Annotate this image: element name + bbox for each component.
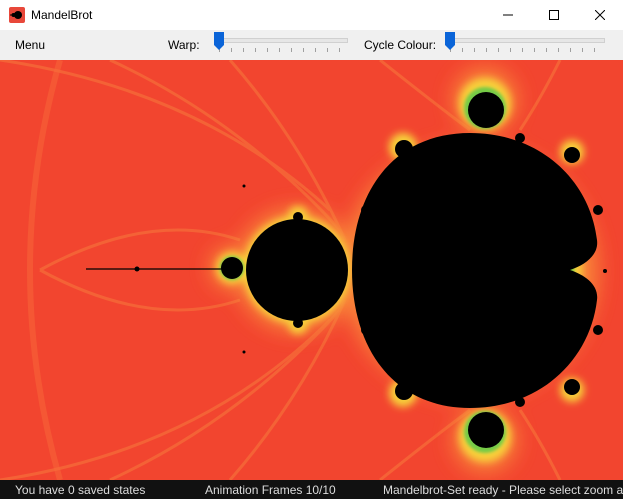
cycle-colour-label: Cycle Colour: — [364, 38, 437, 52]
warp-slider-thumb[interactable] — [214, 32, 224, 50]
cycle-colour-slider-ticks — [450, 48, 600, 52]
menu-button[interactable]: Menu — [15, 38, 45, 52]
ready-status: Mandelbrot-Set ready - Please select zoo… — [383, 483, 623, 497]
animation-frames-status: Animation Frames 10/10 — [205, 483, 336, 497]
warp-slider[interactable] — [214, 30, 348, 60]
saved-states-status: You have 0 saved states — [15, 483, 146, 497]
close-icon — [595, 10, 605, 20]
cycle-colour-slider-thumb[interactable] — [445, 32, 455, 50]
window-title: MandelBrot — [31, 8, 93, 22]
app-window: MandelBrot Menu Warp: Cycle Colour: You … — [0, 0, 623, 499]
maximize-icon — [549, 10, 559, 20]
warp-slider-track — [214, 38, 348, 43]
close-button[interactable] — [577, 0, 623, 30]
warp-slider-ticks — [219, 48, 343, 52]
title-bar[interactable]: MandelBrot — [0, 0, 623, 30]
status-bar: You have 0 saved states Animation Frames… — [0, 480, 623, 499]
minimize-icon — [503, 14, 513, 16]
toolbar: Menu Warp: Cycle Colour: — [0, 30, 623, 60]
mandelbrot-app-icon — [9, 7, 25, 23]
cycle-colour-slider-track — [445, 38, 605, 43]
cycle-colour-slider[interactable] — [445, 30, 605, 60]
mandelbrot-canvas[interactable] — [0, 60, 623, 480]
minimize-button[interactable] — [485, 0, 531, 30]
maximize-button[interactable] — [531, 0, 577, 30]
warp-label: Warp: — [168, 38, 200, 52]
